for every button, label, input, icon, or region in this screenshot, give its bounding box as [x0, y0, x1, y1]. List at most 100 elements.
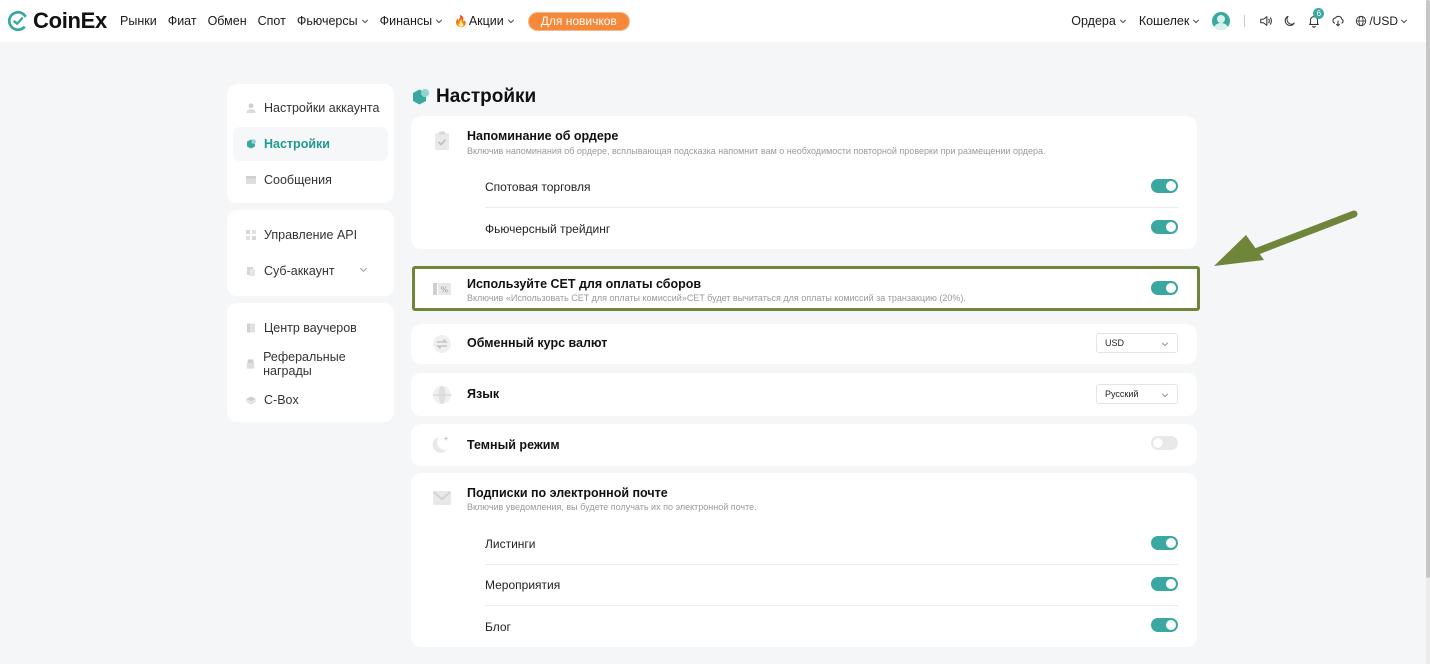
exchange-rate-select[interactable]: USD: [1096, 333, 1178, 353]
exchange-rate-title: Обменный курс валют: [467, 336, 608, 350]
fee-percent-icon: %: [433, 283, 451, 295]
sound-icon[interactable]: [1259, 14, 1273, 28]
chevron-down-icon: [1161, 393, 1169, 398]
sidebar-item-api[interactable]: Управление API: [233, 217, 388, 252]
language-card: Язык Русский: [411, 373, 1197, 416]
language-select[interactable]: Русский: [1096, 384, 1178, 404]
nav-label: Спот: [257, 14, 286, 28]
globe-icon: [1356, 15, 1367, 27]
annotation-arrow-icon: [1214, 210, 1358, 266]
sidebar-item-label: Центр ваучеров: [264, 320, 357, 335]
order-reminder-desc: Включив напоминания об ордере, всплывающ…: [467, 146, 1046, 156]
main-nav: Рынки Фиат Обмен Спот Фьючерсы Финансы 🔥…: [120, 11, 630, 31]
nav-right: Ордера Кошелек 6 /USD: [1071, 0, 1410, 42]
nav-label: Финансы: [379, 14, 433, 28]
sidebar-group-account: Настройки аккаунта Настройки Сообщения: [227, 84, 394, 203]
sidebar-item-vouchers[interactable]: Центр ваучеров: [233, 310, 388, 345]
referral-icon: [246, 358, 255, 369]
nav-label: Обмен: [207, 14, 247, 28]
user-icon: [246, 103, 256, 113]
clipboard-check-icon: [435, 131, 449, 150]
divider: [1244, 15, 1246, 27]
chevron-down-icon: [1400, 19, 1408, 24]
sidebar-item-cbox[interactable]: C-Box: [233, 382, 388, 417]
api-icon: [246, 229, 256, 240]
envelope-icon: [433, 491, 451, 505]
spot-trading-toggle[interactable]: [1151, 179, 1178, 193]
sub-account-icon: [247, 267, 255, 276]
sidebar-item-label: Управление API: [264, 227, 358, 242]
listings-label: Листинги: [485, 537, 536, 551]
page-title: Настройки: [411, 86, 536, 108]
nav-label: Ордера: [1071, 14, 1116, 28]
nav-markets[interactable]: Рынки: [120, 14, 157, 28]
nav-label: Кошелек: [1138, 14, 1190, 28]
listings-row: Листинги: [485, 524, 1178, 565]
chevron-down-icon: [1119, 19, 1126, 24]
nav-exchange[interactable]: Обмен: [208, 14, 247, 28]
blog-toggle[interactable]: [1151, 618, 1178, 632]
dark-mode-card: Темный режим: [411, 424, 1197, 466]
email-subscriptions-desc: Включив уведомления, вы будете получать …: [467, 502, 757, 512]
futures-trading-row: Фьючерсный трейдинг: [485, 208, 1178, 249]
notification-badge: 6: [1313, 8, 1325, 19]
download-icon[interactable]: [1331, 14, 1345, 28]
avatar[interactable]: [1212, 12, 1231, 30]
sidebar-item-label: Реферальные награды: [263, 349, 346, 378]
blog-label: Блог: [485, 619, 511, 634]
nav-wallet[interactable]: Кошелек: [1139, 14, 1201, 28]
globe-icon: [433, 386, 451, 404]
sidebar-item-account-settings[interactable]: Настройки аккаунта: [233, 91, 388, 125]
currency-label: /USD: [1369, 14, 1398, 28]
cet-fee-toggle[interactable]: [1151, 281, 1178, 295]
sidebar-item-messages[interactable]: Сообщения: [233, 163, 388, 197]
listings-toggle[interactable]: [1151, 536, 1178, 550]
email-subscriptions-title: Подписки по электронной почте: [467, 486, 668, 500]
spot-trading-label: Спотовая торговля: [485, 180, 591, 194]
order-reminder-card: Напоминание об ордере Включив напоминани…: [411, 116, 1197, 249]
sidebar-item-label: Суб-аккаунт: [264, 264, 335, 278]
settings-icon: [413, 89, 429, 105]
newcomer-button[interactable]: Для новичков: [527, 11, 630, 31]
sidebar-item-label: C-Box: [264, 392, 299, 407]
sidebar-group-rewards: Центр ваучеров Реферальные награды C-Box: [227, 303, 394, 422]
cet-fee-title: Используйте CET для оплаты сборов: [467, 277, 702, 291]
nav-spot[interactable]: Спот: [258, 14, 286, 28]
message-icon: [246, 176, 256, 184]
sidebar-item-settings[interactable]: Настройки: [233, 127, 388, 161]
nav-fiat[interactable]: Фиат: [168, 14, 197, 28]
bell-icon[interactable]: 6: [1307, 8, 1325, 28]
voucher-icon: [247, 323, 255, 332]
svg-text:%: %: [441, 286, 449, 295]
nav-finance[interactable]: Финансы: [380, 14, 443, 28]
dark-mode-toggle[interactable]: [1151, 436, 1178, 450]
exchange-icon: [433, 335, 451, 353]
scrollbar-thumb[interactable]: [1426, 0, 1430, 578]
nav-orders[interactable]: Ордера: [1071, 14, 1127, 28]
nav-futures[interactable]: Фьючерсы: [297, 14, 369, 28]
events-toggle[interactable]: [1151, 577, 1178, 591]
logo[interactable]: CoinEx: [7, 0, 107, 42]
sidebar-item-referral[interactable]: Реферальные награды: [233, 346, 388, 381]
blog-row: Блог: [485, 606, 1178, 647]
nav-label: Рынки: [120, 14, 157, 28]
chevron-down-icon: [507, 19, 514, 24]
nav-label: Фиат: [167, 14, 197, 28]
chevron-down-icon: [359, 267, 368, 273]
fire-icon: 🔥: [454, 15, 468, 28]
exchange-rate-card: Обменный курс валют USD: [411, 324, 1197, 364]
language-title: Язык: [467, 387, 500, 401]
nav-label: Фьючерсы: [296, 14, 358, 28]
settings-icon: [247, 139, 256, 149]
order-reminder-title: Напоминание об ордере: [467, 129, 619, 143]
nav-label: Акции: [468, 14, 504, 28]
language-currency-selector[interactable]: /USD: [1355, 14, 1410, 28]
chevron-down-icon: [1161, 342, 1169, 347]
moon-icon[interactable]: [1283, 14, 1297, 28]
sidebar-item-sub-account[interactable]: Суб-аккаунт: [233, 252, 388, 290]
nav-promotions[interactable]: 🔥 Акции: [454, 14, 515, 28]
futures-trading-toggle[interactable]: [1151, 220, 1178, 234]
coinex-logo-icon: [7, 10, 29, 32]
dark-mode-title: Темный режим: [467, 438, 560, 452]
sidebar-item-label: Сообщения: [264, 173, 332, 187]
